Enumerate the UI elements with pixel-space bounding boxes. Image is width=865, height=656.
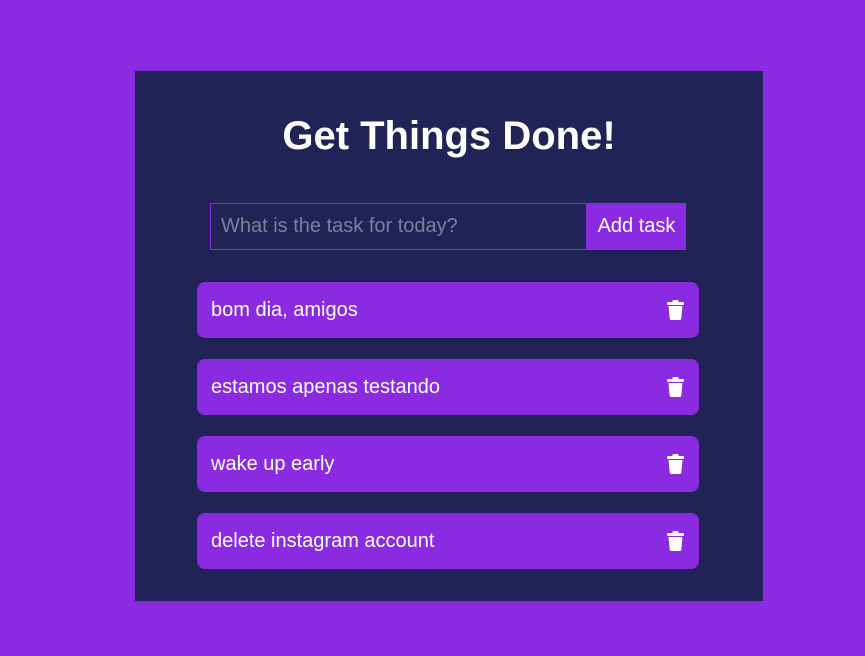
task-item: estamos apenas testando [197, 359, 699, 415]
trash-icon[interactable] [665, 375, 685, 399]
task-text: wake up early [211, 452, 335, 475]
task-item: delete instagram account [197, 513, 699, 569]
task-text: delete instagram account [211, 529, 435, 552]
task-input[interactable] [210, 203, 587, 250]
add-task-button[interactable]: Add task [587, 203, 686, 250]
task-text: estamos apenas testando [211, 375, 441, 398]
task-item: wake up early [197, 436, 699, 492]
trash-icon[interactable] [665, 452, 685, 476]
task-form: Add task [210, 203, 686, 250]
task-list: bom dia, amigos estamos apenas testando [197, 282, 699, 590]
task-item: bom dia, amigos [197, 282, 699, 338]
todo-card: Get Things Done! Add task bom dia, amigo… [135, 71, 763, 601]
trash-icon[interactable] [665, 529, 685, 553]
trash-icon[interactable] [665, 298, 685, 322]
page-title: Get Things Done! [282, 114, 616, 158]
task-text: bom dia, amigos [211, 298, 358, 321]
